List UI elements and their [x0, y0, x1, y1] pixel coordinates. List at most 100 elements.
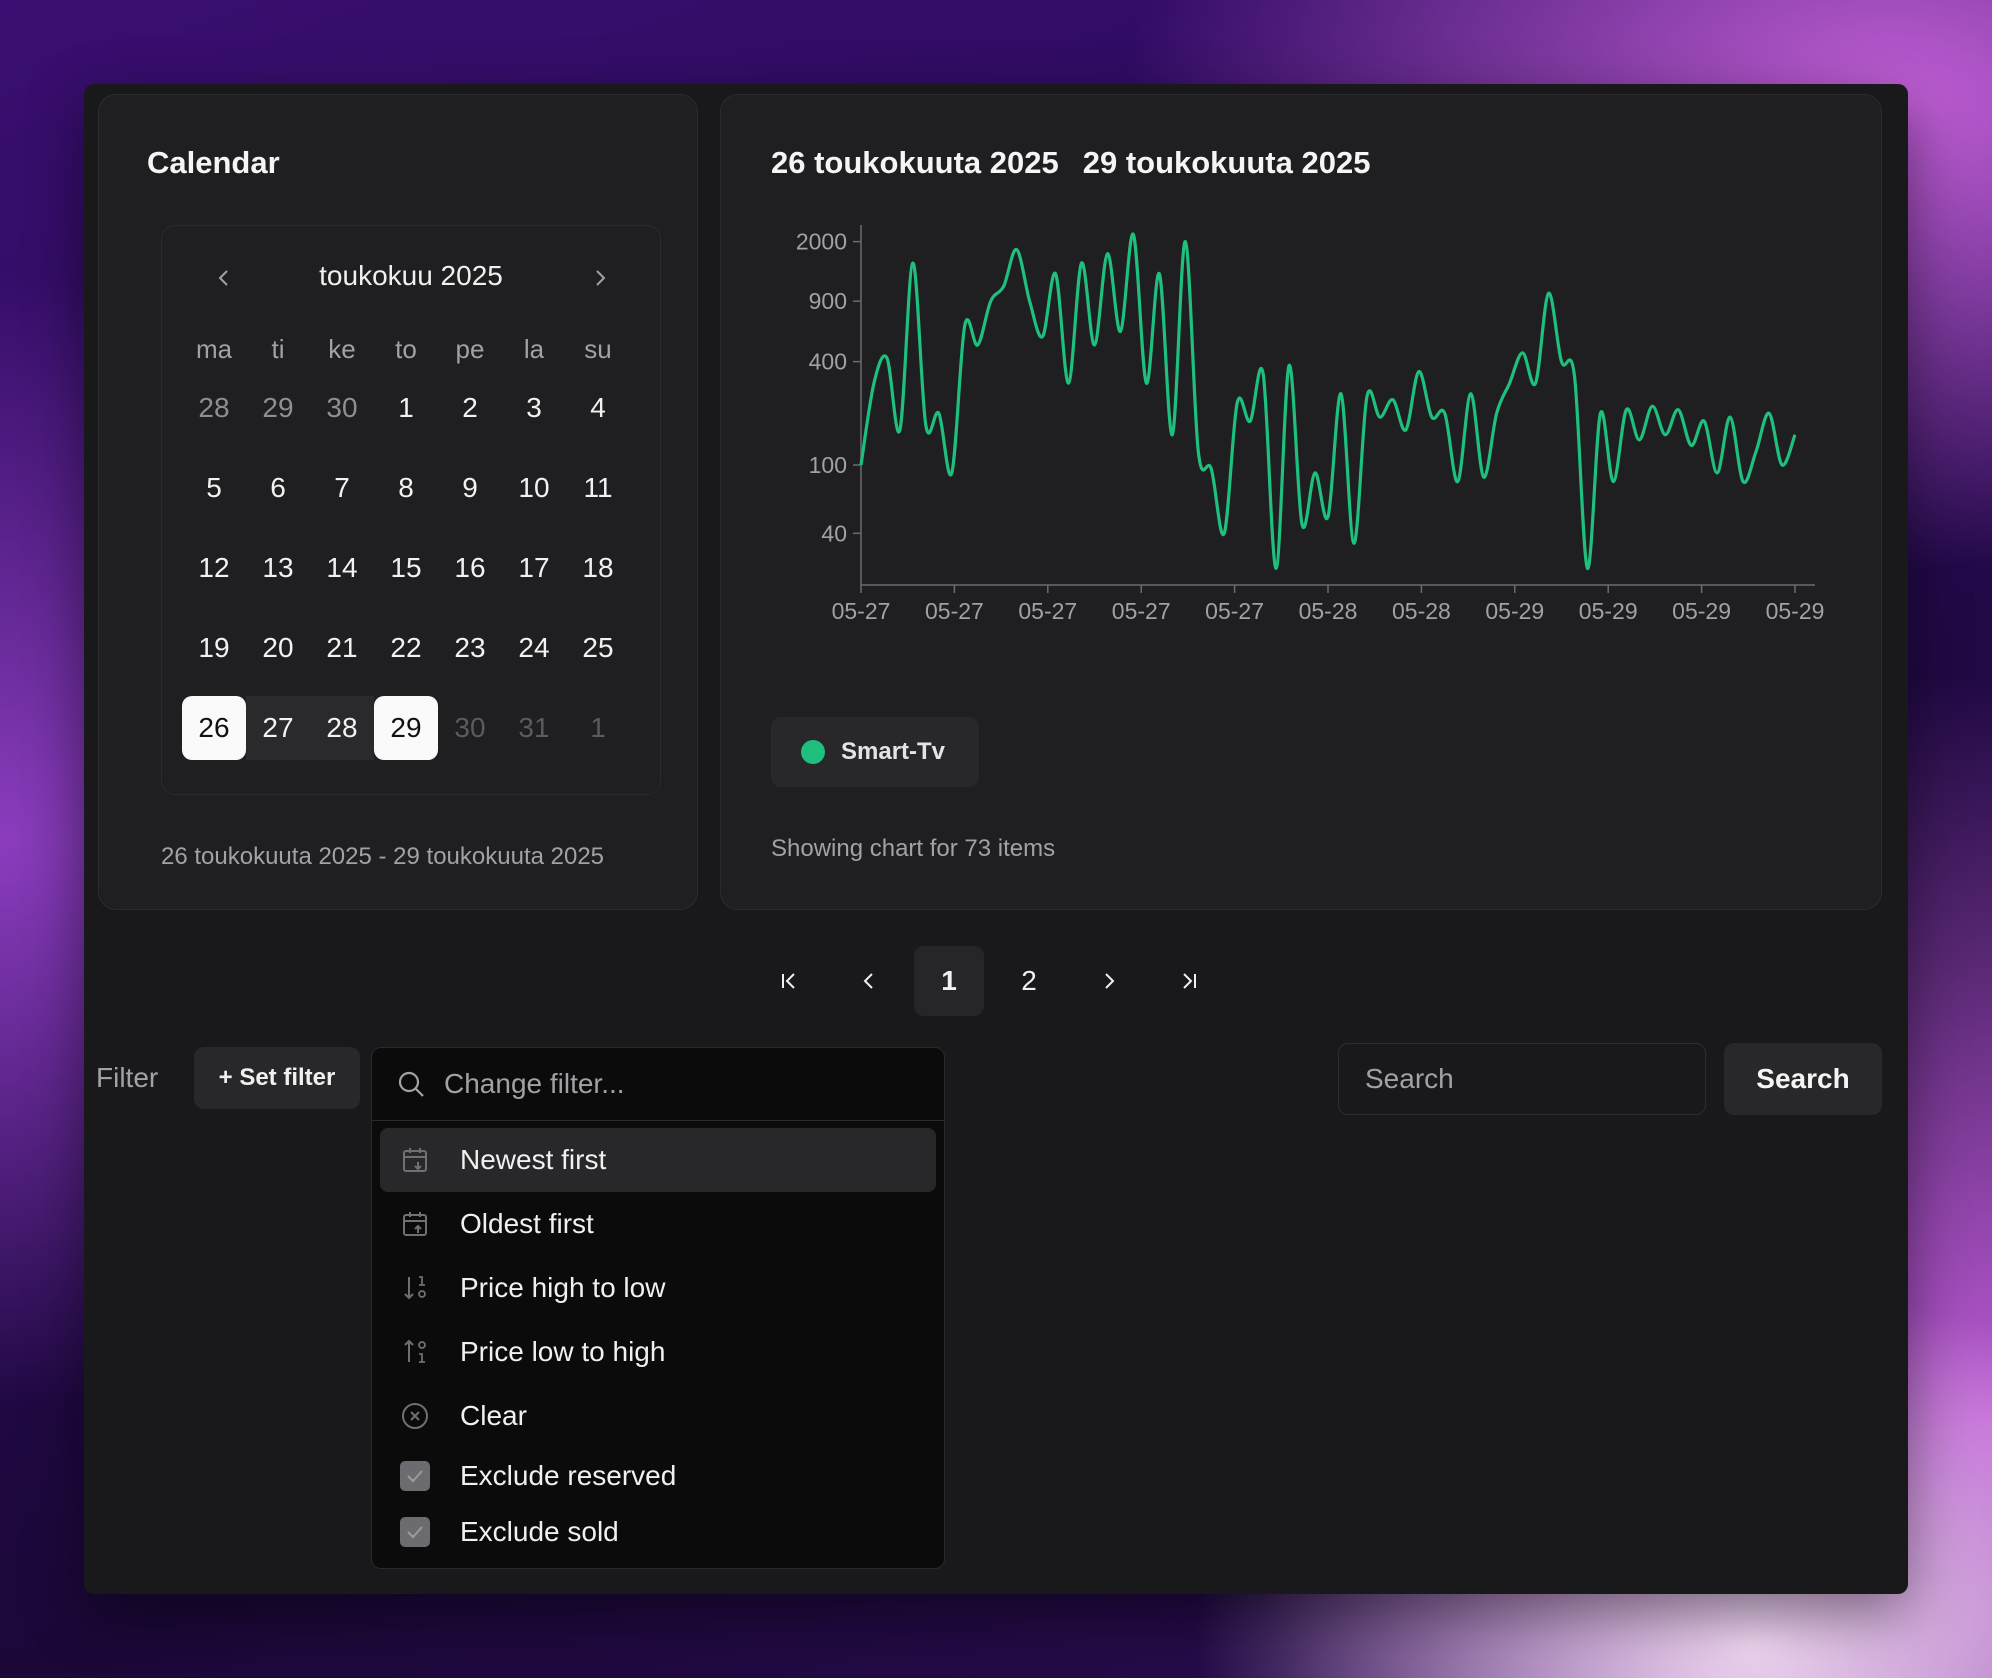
x-tick-label: 05-29	[1672, 598, 1731, 624]
x-tick-label: 05-29	[1766, 598, 1825, 624]
set-filter-button[interactable]: + Set filter	[194, 1047, 360, 1109]
calendar-day[interactable]: 23	[438, 616, 502, 680]
chart-caption: Showing chart for 73 items	[771, 835, 1056, 862]
chart-card: 26 toukokuuta 2025 29 toukokuuta 2025 40 1…	[720, 94, 1882, 910]
calendar-day[interactable]: 13	[246, 536, 310, 600]
calendar-day[interactable]: 28	[182, 376, 246, 440]
next-month-button[interactable]	[580, 258, 620, 298]
first-page-button[interactable]	[754, 946, 824, 1016]
weekday-label: ma	[195, 334, 233, 364]
calendar-day[interactable]: 15	[374, 536, 438, 600]
calendar-day[interactable]: 25	[566, 616, 630, 680]
calendar-range-caption: 26 toukokuuta 2025 - 29 toukokuuta 2025	[161, 843, 605, 870]
x-tick-label: 05-27	[925, 598, 984, 624]
calendar-day[interactable]: 30	[310, 376, 374, 440]
calendar-widget: toukokuu 2025 ma ti ke to pe la su 28 29 30 1 2 3 4 5 6…	[161, 225, 661, 795]
x-tick-label: 05-27	[1018, 598, 1077, 624]
page-button-2[interactable]: 2	[994, 946, 1064, 1016]
exclude-sold-checkbox[interactable]: Exclude sold	[380, 1504, 936, 1560]
search-field	[1338, 1043, 1706, 1115]
search-input[interactable]	[1363, 1062, 1687, 1096]
calendar-day[interactable]: 3	[502, 376, 566, 440]
calendar-day[interactable]: 21	[310, 616, 374, 680]
weekday-label: pe	[455, 334, 485, 364]
x-tick-label: 05-29	[1579, 598, 1638, 624]
filter-search-input[interactable]	[442, 1067, 886, 1101]
calendar-day[interactable]: 28	[310, 696, 374, 760]
y-tick-label: 40	[821, 520, 847, 546]
calendar-card: Calendar toukokuu 2025 ma ti ke to pe la su 28 2…	[98, 94, 698, 910]
series-line-smart-tv	[859, 232, 1797, 570]
calendar-day[interactable]: 12	[182, 536, 246, 600]
exclude-reserved-checkbox[interactable]: Exclude reserved	[380, 1448, 936, 1504]
calendar-day[interactable]: 18	[566, 536, 630, 600]
filter-option-oldest-first[interactable]: Oldest first	[380, 1192, 936, 1256]
weekday-label: la	[523, 334, 545, 364]
calendar-day[interactable]: 6	[246, 456, 310, 520]
weekday-label: su	[584, 334, 612, 364]
calendar-day[interactable]: 4	[566, 376, 630, 440]
sort-asc-icon	[398, 1335, 432, 1369]
calendar-day[interactable]: 9	[438, 456, 502, 520]
y-tick-label: 2000	[796, 229, 847, 255]
page-button-1[interactable]: 1	[914, 946, 984, 1016]
chevron-right-icon	[596, 270, 606, 286]
checkbox-label: Exclude reserved	[460, 1460, 677, 1491]
search-icon	[398, 1071, 424, 1097]
calendar-day[interactable]: 2	[438, 376, 502, 440]
filter-option-price-high-to-low[interactable]: Price high to low	[380, 1256, 936, 1320]
checkbox-box	[398, 1459, 432, 1493]
filter-option-label: Clear	[460, 1400, 527, 1431]
y-tick-label: 900	[809, 288, 847, 314]
calendar-day[interactable]: 19	[182, 616, 246, 680]
filter-label: Filter	[96, 1062, 159, 1093]
next-page-button[interactable]	[1074, 946, 1144, 1016]
chevron-right-icon	[1105, 973, 1115, 989]
calendar-day[interactable]: 1	[566, 696, 630, 760]
weekday-label: to	[395, 334, 417, 364]
weekday-label: ke	[328, 334, 356, 364]
sort-desc-icon	[398, 1271, 432, 1305]
calendar-day[interactable]: 22	[374, 616, 438, 680]
filter-option-label: Price high to low	[460, 1272, 666, 1303]
calendar-day[interactable]: 10	[502, 456, 566, 520]
filter-option-newest-first[interactable]: Newest first	[380, 1128, 936, 1192]
filter-option-clear[interactable]: Clear	[380, 1384, 936, 1448]
checkmark-icon	[400, 1517, 430, 1547]
calendar-day[interactable]: 26	[182, 696, 246, 760]
x-tick-label: 05-27	[832, 598, 891, 624]
calendar-day[interactable]: 14	[310, 536, 374, 600]
calendar-day[interactable]: 27	[246, 696, 310, 760]
y-tick-label: 400	[809, 349, 847, 375]
first-page-icon	[782, 973, 795, 989]
search-button[interactable]: Search	[1724, 1043, 1882, 1115]
calendar-day[interactable]: 11	[566, 456, 630, 520]
filter-option-label: Newest first	[460, 1144, 607, 1175]
legend-dot	[801, 740, 825, 764]
calendar-day[interactable]: 29	[374, 696, 438, 760]
x-tick-label: 05-27	[1205, 598, 1264, 624]
legend-item-smart-tv[interactable]: Smart-Tv	[771, 717, 979, 787]
last-page-button[interactable]	[1154, 946, 1224, 1016]
calendar-day[interactable]: 7	[310, 456, 374, 520]
circle-x-icon	[398, 1399, 432, 1433]
calendar-day[interactable]: 31	[502, 696, 566, 760]
calendar-day[interactable]: 16	[438, 536, 502, 600]
filter-option-price-low-to-high[interactable]: Price low to high	[380, 1320, 936, 1384]
calendar-day[interactable]: 8	[374, 456, 438, 520]
prev-page-button[interactable]	[834, 946, 904, 1016]
calendar-day[interactable]: 5	[182, 456, 246, 520]
legend-label: Smart-Tv	[841, 738, 946, 765]
calendar-title: Calendar	[147, 145, 280, 180]
line-chart: 40 100 400 900 2000 05-27 05-27 05-27 05-27 05-27…	[796, 225, 1825, 624]
calendar-day[interactable]: 30	[438, 696, 502, 760]
calendar-day[interactable]: 29	[246, 376, 310, 440]
filter-search-bar	[372, 1048, 944, 1121]
checkmark-icon	[400, 1461, 430, 1491]
calendar-day[interactable]: 17	[502, 536, 566, 600]
calendar-day[interactable]: 1	[374, 376, 438, 440]
filter-option-label: Price low to high	[460, 1336, 666, 1367]
x-tick-label: 05-27	[1112, 598, 1171, 624]
calendar-day[interactable]: 20	[246, 616, 310, 680]
calendar-day[interactable]: 24	[502, 616, 566, 680]
